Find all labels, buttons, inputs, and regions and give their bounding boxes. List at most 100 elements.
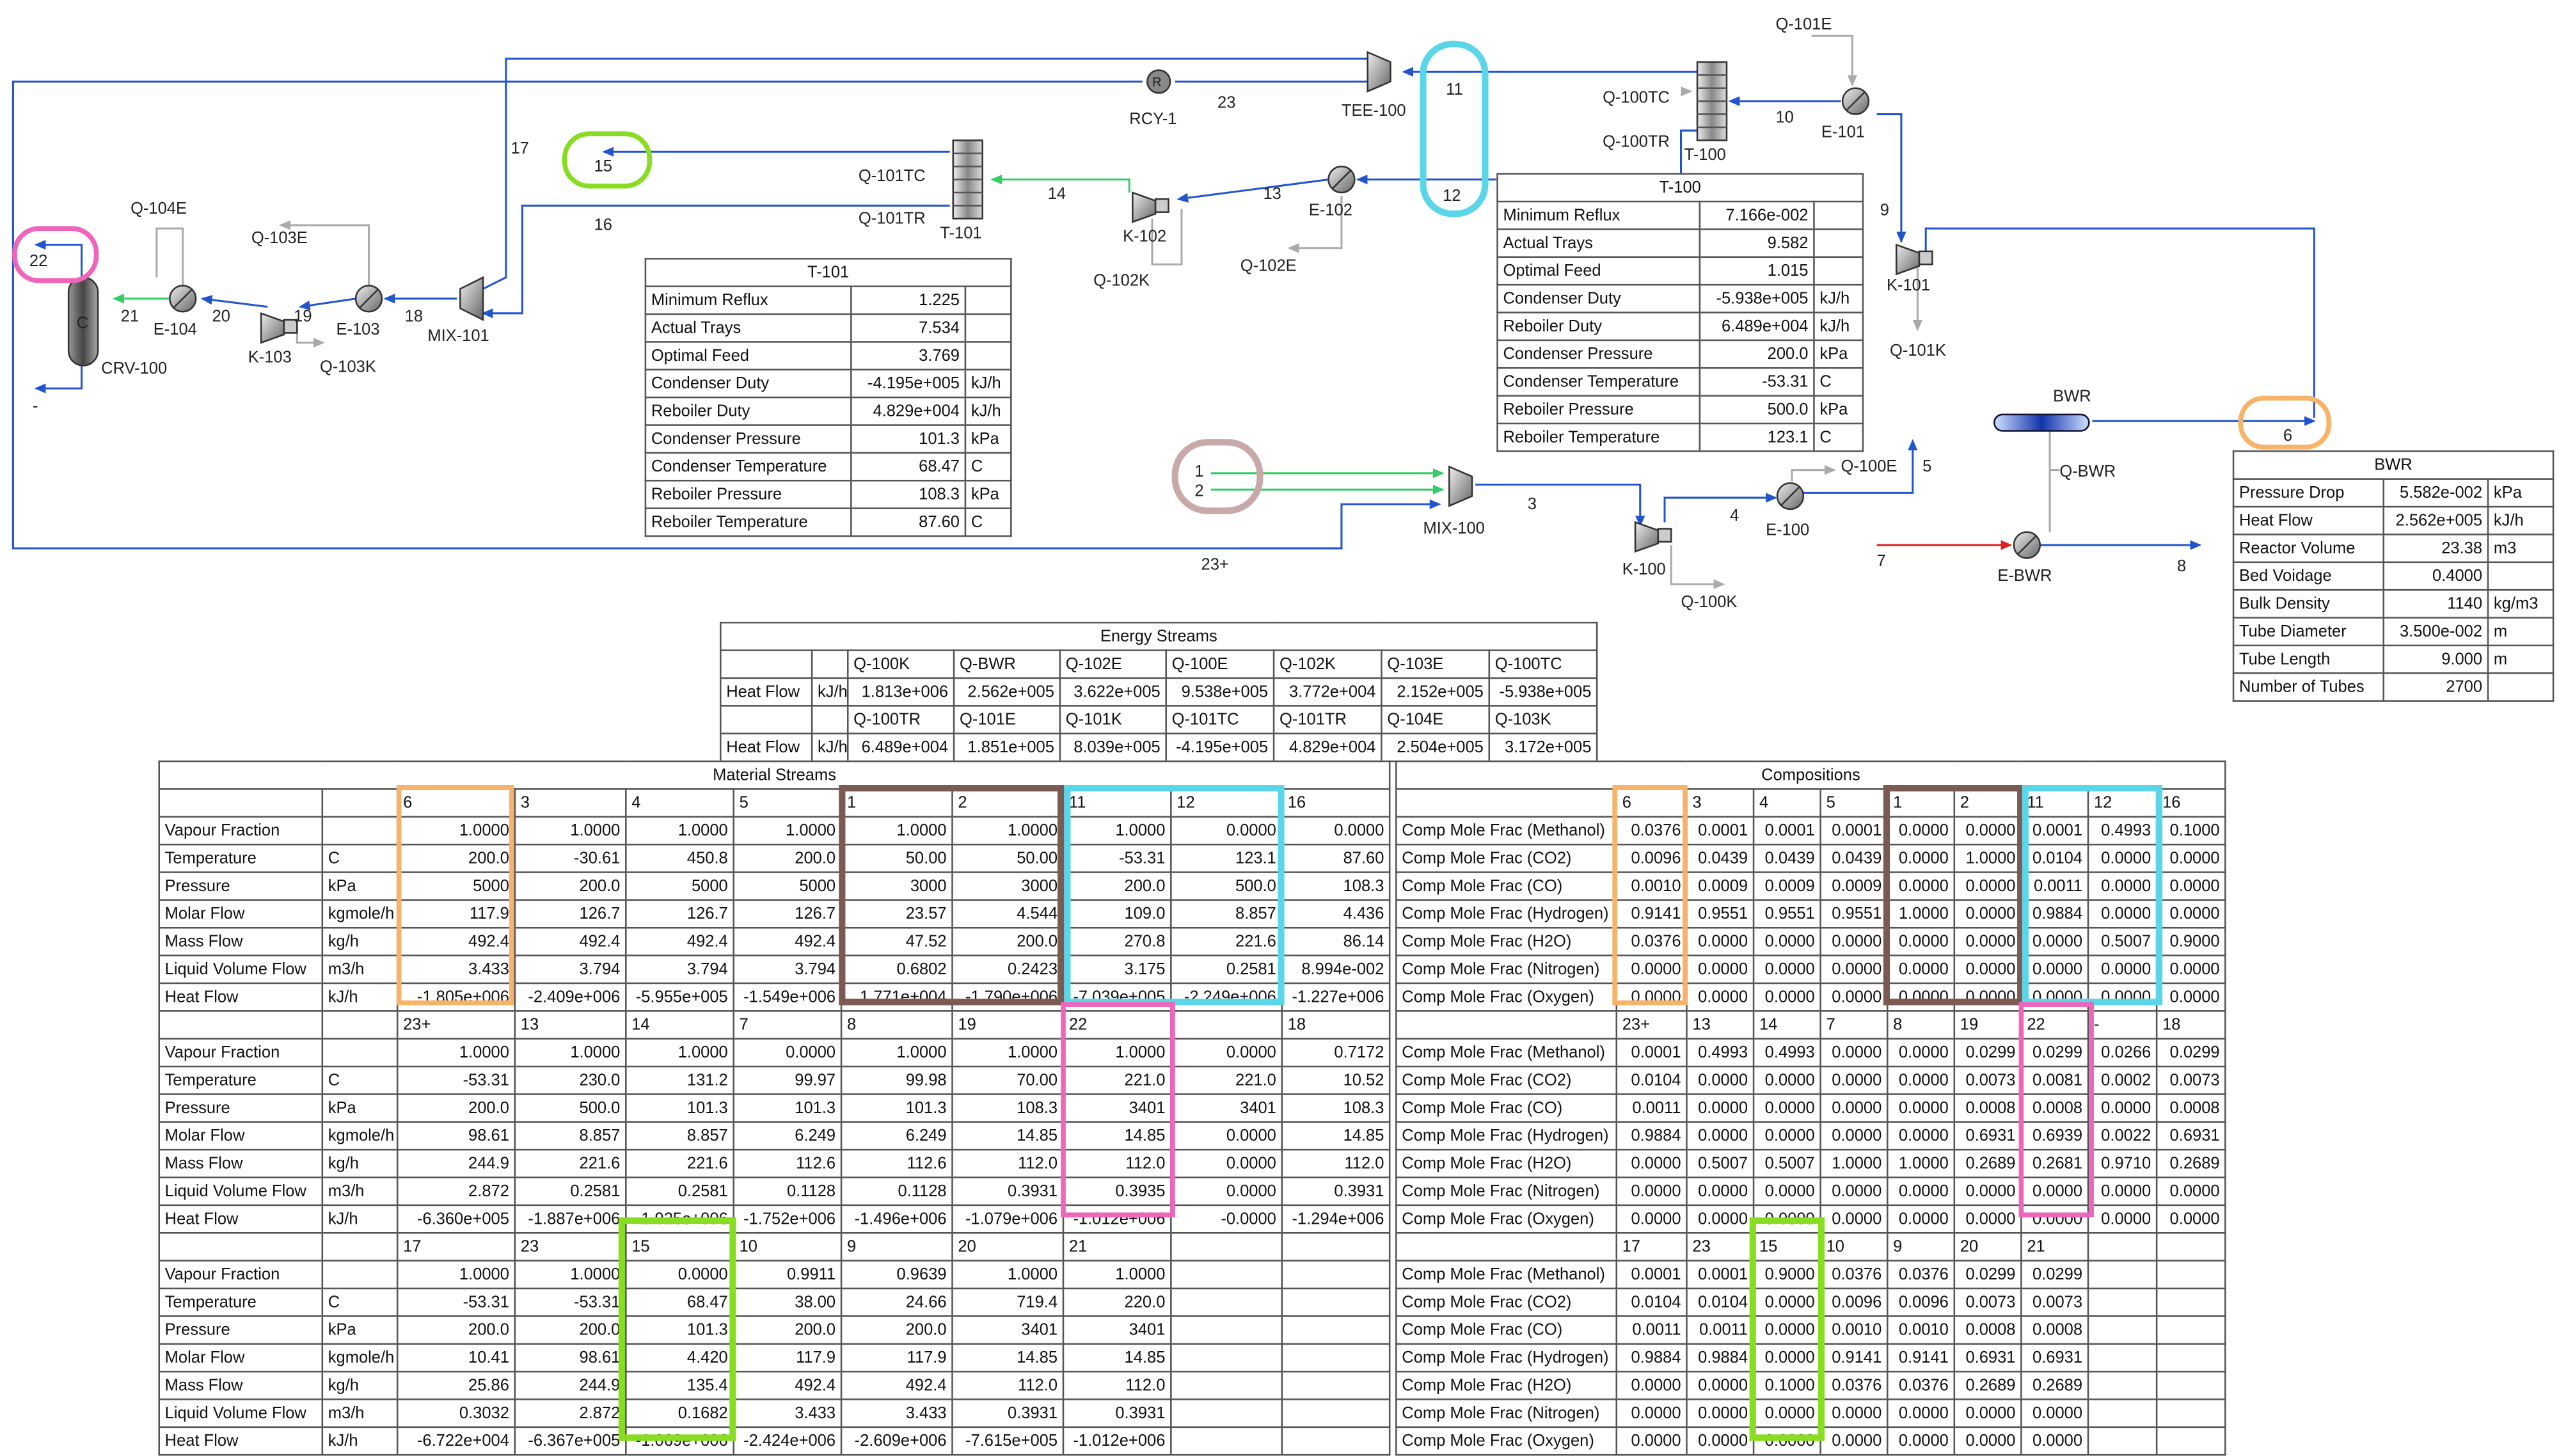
t-100-column-icon[interactable] xyxy=(1696,61,1728,141)
e-bwr-icon[interactable] xyxy=(2013,531,2041,559)
stream-value: 200.0 xyxy=(733,843,843,873)
mole-fraction-value: 0.0000 xyxy=(1686,1176,1755,1207)
table-row: Liquid Volume Flow m3/h 2.872 0.2581 0.2581 0… xyxy=(158,1176,1391,1207)
table-row: Number of Tubes 2700 xyxy=(2232,672,2555,702)
e-102-icon[interactable] xyxy=(1327,165,1356,194)
property-label: Molar Flow xyxy=(158,1121,324,1151)
label-e-103: E-103 xyxy=(337,320,380,338)
property-unit xyxy=(321,1038,399,1068)
table-row: Q-100TR Q-101E Q-101K Q-101TC Q-101TR Q-104E Q… xyxy=(719,705,1598,734)
stream-value: 0.0000 xyxy=(733,1038,843,1068)
mole-fraction-value: 0.0299 xyxy=(2155,1038,2226,1068)
table-row: Pressure kPa 200.0 500.0 101.3 101.3 101.3 108.… xyxy=(158,1093,1391,1123)
stream-header xyxy=(1170,1010,1283,1040)
stream-value: 230.0 xyxy=(514,1065,627,1095)
stream-20[interactable] xyxy=(200,295,268,308)
label-k-103: K-103 xyxy=(248,348,292,366)
energy-q104e[interactable] xyxy=(155,227,184,286)
table-row: Vapour Fraction 1.0000 1.0000 1.0000 0.0000 1… xyxy=(158,1038,1391,1068)
mole-fraction-value: 0.0000 xyxy=(2155,1204,2226,1234)
stream-13[interactable] xyxy=(1177,178,1329,203)
stream-value: 719.4 xyxy=(951,1287,1065,1317)
rcy-1-icon[interactable]: R xyxy=(1146,69,1171,94)
energy-stream-header: Q-103K xyxy=(1488,705,1598,734)
mole-fraction-value: 0.0000 xyxy=(1886,1204,1956,1234)
mole-fraction-value: 0.0000 xyxy=(1886,1093,1956,1123)
mole-fraction-value: 0.0000 xyxy=(1615,1370,1688,1400)
k-103-icon[interactable] xyxy=(260,312,298,344)
property-value: 87.60 xyxy=(850,507,967,537)
mole-fraction-value: 0.0000 xyxy=(1819,1426,1889,1456)
stream-value: -6.722e+004 xyxy=(396,1426,516,1456)
property-value: 5.582e-002 xyxy=(2382,478,2489,508)
property-unit: kJ/h xyxy=(2487,505,2555,535)
e-101-icon[interactable] xyxy=(1841,87,1870,115)
component-label: Comp Mole Frac (Nitrogen) xyxy=(1395,1176,1618,1207)
label-q-bwr: Q-BWR xyxy=(2059,463,2116,480)
stream-19[interactable] xyxy=(298,297,356,310)
stream-minus[interactable] xyxy=(34,362,83,393)
e-100-icon[interactable] xyxy=(1776,482,1805,510)
property-value: -4.195e+005 xyxy=(850,368,967,399)
stream-value: 200.0 xyxy=(514,1315,627,1345)
property-label: Minimum Reflux xyxy=(1496,200,1701,230)
property-label: Reboiler Pressure xyxy=(644,479,852,509)
label-q-102k: Q-102K xyxy=(1093,271,1150,289)
stream-value: 38.00 xyxy=(733,1287,843,1317)
table-row: Tube Diameter 3.500e-002 m xyxy=(2232,617,2555,647)
table-row: Optimal Feed 3.769 xyxy=(644,341,1012,371)
stream-header: 8 xyxy=(1886,1010,1956,1040)
stream-value: -1.887e+006 xyxy=(514,1204,627,1234)
mole-fraction-value: 0.0000 xyxy=(2155,899,2226,929)
property-value: 3.769 xyxy=(850,341,967,371)
stage: R C TEE-100 RCY-1 T-100 E-101 K-101 T-10… xyxy=(0,0,2559,1456)
mix-101-icon[interactable] xyxy=(459,276,484,322)
property-unit: kJ/h xyxy=(321,982,399,1012)
k-100-icon[interactable] xyxy=(1634,521,1672,553)
property-unit: kPa xyxy=(321,1315,399,1345)
stream-value: 0.0000 xyxy=(1170,1038,1283,1068)
stream-value: 6.249 xyxy=(733,1121,843,1151)
stream-4[interactable] xyxy=(1663,493,1778,523)
energy-q101e[interactable] xyxy=(1811,35,1858,87)
stream-header: 14 xyxy=(1752,1010,1821,1040)
crv-100-icon[interactable]: C xyxy=(67,276,99,367)
stream-9[interactable] xyxy=(1876,113,1906,244)
energy-q100e[interactable] xyxy=(1791,465,1836,482)
label-q-103e: Q-103E xyxy=(251,229,308,247)
label-q-102e: Q-102E xyxy=(1240,257,1297,274)
e-103-icon[interactable] xyxy=(354,285,383,313)
label-stream-6: 6 xyxy=(2283,427,2292,445)
energy-q100k[interactable] xyxy=(1670,545,1725,589)
property-unit: C xyxy=(964,507,1012,537)
mix-100-icon[interactable] xyxy=(1448,465,1473,507)
energy-qbwr[interactable] xyxy=(2048,431,2060,532)
mole-fraction-value: 0.2689 xyxy=(1953,1370,2022,1400)
bwr-reactor-icon[interactable] xyxy=(1993,413,2090,432)
k-102-icon[interactable] xyxy=(1132,191,1169,223)
stream-value: 0.7172 xyxy=(1281,1038,1391,1068)
stream-value: 70.00 xyxy=(951,1065,1065,1095)
stream-value: 98.61 xyxy=(514,1343,627,1373)
table-row: Reboiler Temperature 87.60 C xyxy=(644,507,1012,537)
e-104-icon[interactable] xyxy=(169,285,197,313)
property-label: Optimal Feed xyxy=(644,341,852,371)
stream-6[interactable] xyxy=(1924,227,2314,421)
tee-100-icon[interactable] xyxy=(1367,51,1391,93)
k-101-icon[interactable] xyxy=(1895,243,1933,276)
energy-streams-title: Energy Streams xyxy=(719,621,1598,651)
property-value: 1.225 xyxy=(850,285,967,315)
stream-value xyxy=(1170,1370,1283,1400)
stream-value: 200.0 xyxy=(396,1093,516,1123)
stream-3[interactable] xyxy=(1475,484,1645,527)
stream-header: 20 xyxy=(951,1232,1065,1262)
property-unit: m3/h xyxy=(321,1176,399,1207)
energy-q103k[interactable] xyxy=(296,323,325,348)
label-t-101: T-101 xyxy=(940,224,981,242)
stream-value: -0.0000 xyxy=(1170,1204,1283,1234)
property-unit: kJ/h xyxy=(964,396,1012,426)
mole-fraction-value: 0.0266 xyxy=(2087,1038,2158,1068)
t-101-column-icon[interactable] xyxy=(952,139,983,220)
property-label: Reboiler Temperature xyxy=(1496,422,1701,452)
stream-value xyxy=(1170,1426,1283,1456)
